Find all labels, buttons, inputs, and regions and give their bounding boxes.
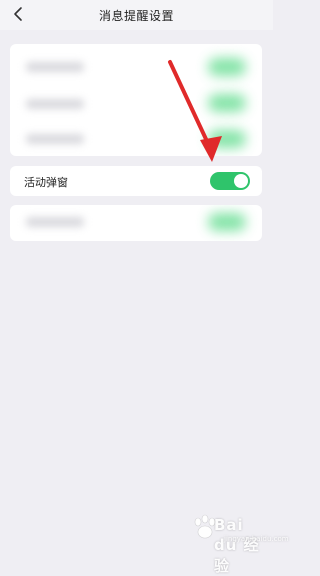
- watermark-text: Bai du 经验: [214, 516, 260, 575]
- activity-popup-row: 活动弹窗: [10, 166, 262, 196]
- blurred-content: [10, 44, 262, 156]
- activity-popup-label: 活动弹窗: [24, 176, 68, 189]
- blurred-settings-card-2: [10, 205, 262, 241]
- top-bar: 消息提醒设置: [0, 0, 273, 30]
- baidu-jingyan-watermark: Bai du 经验 jingyan.baidu.com: [152, 508, 289, 575]
- settings-page: 消息提醒设置 活动弹窗 Bai du 经验 jingyan.baidu.com: [0, 0, 289, 575]
- watermark-sub: jingyan.baidu.com: [224, 535, 289, 543]
- blurred-content-2: [10, 205, 262, 241]
- activity-popup-toggle[interactable]: [210, 172, 250, 190]
- page-title: 消息提醒设置: [98, 9, 174, 23]
- blurred-settings-card: [10, 44, 262, 156]
- toggle-knob: [234, 174, 248, 188]
